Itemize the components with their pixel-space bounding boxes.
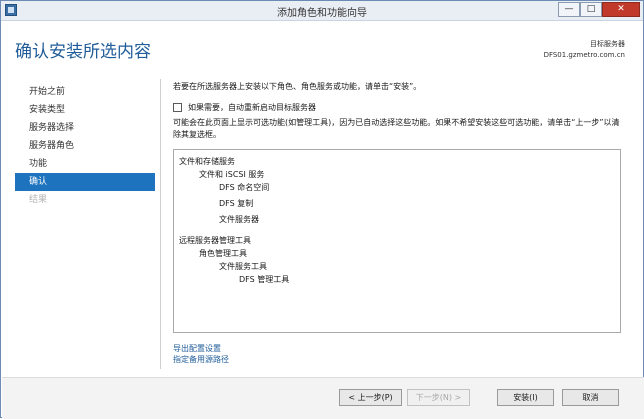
restart-checkbox[interactable]: [173, 103, 182, 112]
content-pane: 若要在所选服务器上安装以下角色、角色服务或功能，请单击“安装”。 如果需要，自动…: [173, 79, 623, 141]
nav-item-features[interactable]: 功能: [15, 155, 155, 173]
feature-item-file-storage-services: 文件和存储服务: [179, 157, 235, 166]
intro-text: 若要在所选服务器上安装以下角色、角色服务或功能，请单击“安装”。: [173, 82, 422, 91]
cancel-button[interactable]: 取消: [562, 389, 619, 406]
nav-item-installation-type[interactable]: 安装类型: [15, 101, 155, 119]
page-title: 确认安装所选内容: [15, 42, 151, 62]
target-server-name: DFS01.gzmetro.com.cn: [543, 51, 625, 59]
feature-item-file-server: 文件服务器: [219, 215, 259, 224]
nav-item-results: 结果: [29, 195, 48, 205]
features-list[interactable]: 文件和存储服务 文件和 iSCSI 服务 DFS 命名空间 DFS 复制 文件服…: [173, 149, 621, 333]
alternate-source-path-link[interactable]: 指定备用源路径: [173, 354, 229, 365]
maximize-button[interactable]: □: [580, 2, 602, 17]
button-bar: < 上一步(P) 下一步(N) > 安装(I) 取消: [2, 377, 644, 419]
close-button[interactable]: ✕: [602, 2, 640, 17]
feature-item-role-admin-tools: 角色管理工具: [199, 249, 247, 258]
target-server-block: 目标服务器 DFS01.gzmetro.com.cn: [544, 39, 625, 61]
nav-item-server-roles[interactable]: 服务器角色: [15, 137, 155, 155]
wizard-nav: 开始之前 安装类型 服务器选择 服务器角色 功能 确认 结果: [15, 83, 155, 209]
target-server-label: 目标服务器: [590, 40, 625, 48]
title-bar[interactable]: 添加角色和功能向导 — □ ✕: [1, 1, 643, 21]
nav-item-server-selection[interactable]: 服务器选择: [15, 119, 155, 137]
feature-item-dfs-management-tools: DFS 管理工具: [239, 275, 290, 284]
feature-item-dfs-namespaces: DFS 命名空间: [219, 183, 270, 192]
window-title: 添加角色和功能向导: [277, 8, 367, 19]
feature-item-file-services-tools: 文件服务工具: [219, 262, 267, 271]
restart-option[interactable]: 如果需要，自动重新启动目标服务器: [173, 101, 623, 114]
feature-item-rsat: 远程服务器管理工具: [179, 236, 251, 245]
wizard-window: 添加角色和功能向导 — □ ✕ 确认安装所选内容 目标服务器 DFS01.gzm…: [0, 0, 644, 419]
nav-item-before-you-begin[interactable]: 开始之前: [15, 83, 155, 101]
next-button: 下一步(N) >: [407, 389, 470, 406]
install-button[interactable]: 安装(I): [497, 389, 554, 406]
minimize-button[interactable]: —: [558, 2, 580, 17]
links-group: 导出配置设置 指定备用源路径: [173, 343, 229, 365]
window-controls: — □ ✕: [558, 2, 640, 18]
feature-item-dfs-replication: DFS 复制: [219, 199, 254, 208]
optional-features-note: 可能会在此页面上显示可选功能(如管理工具)，因为已自动选择这些功能。如果不希望安…: [173, 118, 620, 139]
nav-item-confirmation[interactable]: 确认: [15, 173, 155, 191]
previous-button[interactable]: < 上一步(P): [339, 389, 402, 406]
feature-item-file-iscsi-services: 文件和 iSCSI 服务: [199, 170, 265, 179]
restart-checkbox-label[interactable]: 如果需要，自动重新启动目标服务器: [188, 102, 316, 113]
export-configuration-link[interactable]: 导出配置设置: [173, 343, 229, 354]
nav-divider: [160, 79, 161, 369]
